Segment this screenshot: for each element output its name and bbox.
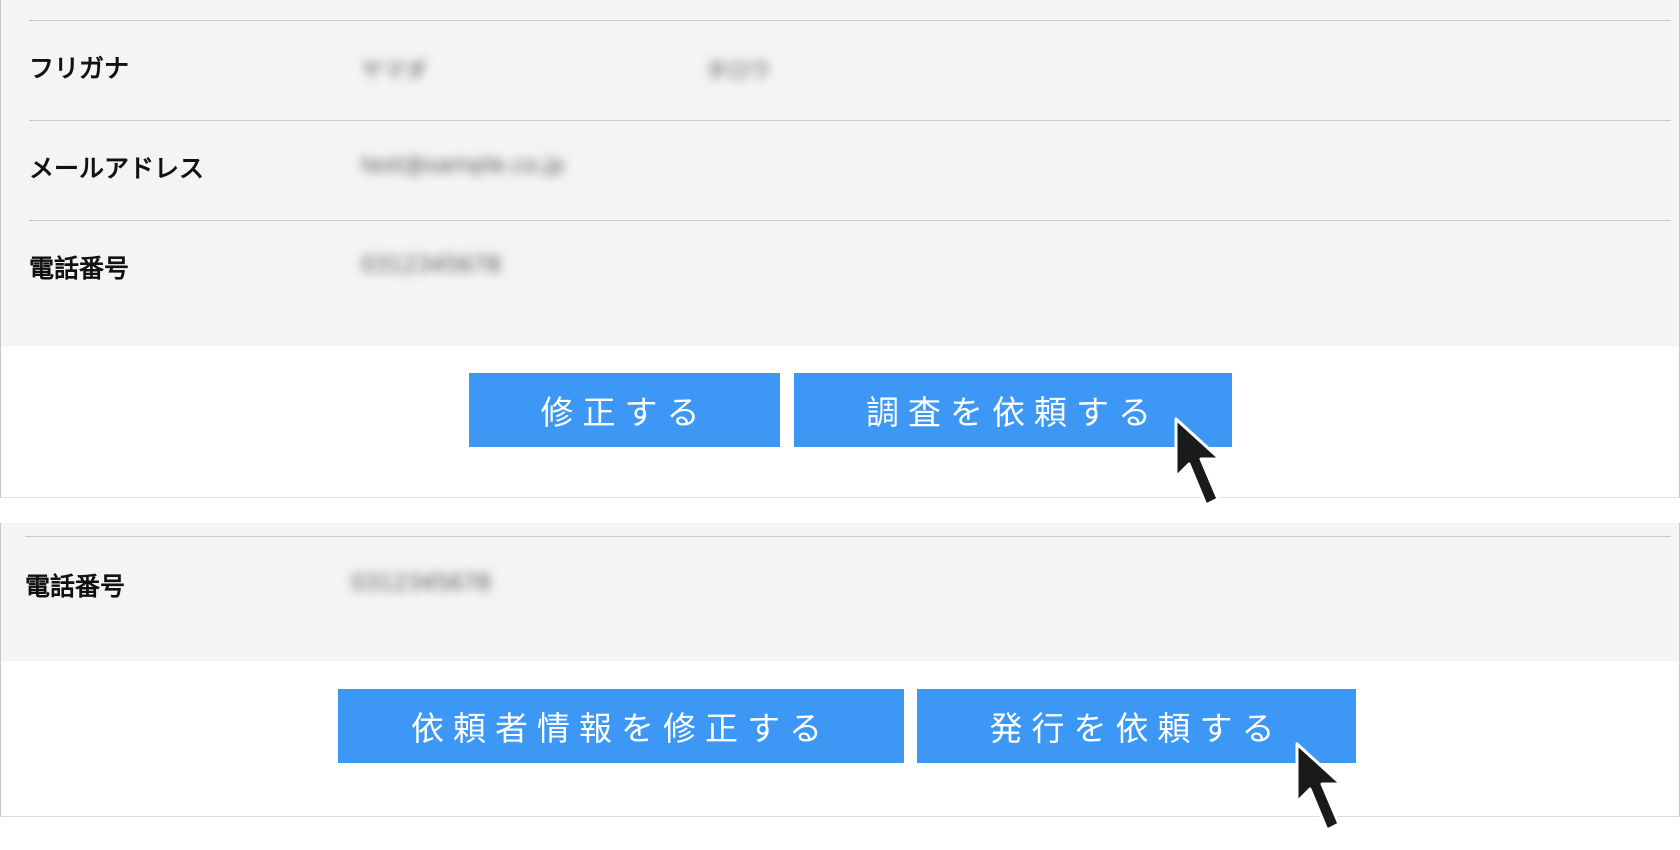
value-furigana-last: ヤマダ <box>361 59 428 84</box>
label-phone: 電話番号 <box>29 254 130 283</box>
value-phone-bottom: 0312345678 <box>351 571 491 596</box>
label-furigana: フリガナ <box>29 54 130 83</box>
row-email: メールアドレス test@sample.co.jp <box>29 120 1671 221</box>
mouse-pointer-icon <box>1174 417 1222 507</box>
label-email: メールアドレス <box>29 154 205 183</box>
value-email: test@sample.co.jp <box>361 153 565 178</box>
edit-requester-info-button[interactable]: 依頼者情報を修正する <box>338 689 904 763</box>
label-phone-bottom: 電話番号 <box>25 572 126 601</box>
requester-info-panel-bottom: 電話番号 0312345678 依頼者情報を修正する 発行を依頼する <box>0 523 1680 817</box>
value-furigana-first: タロウ <box>705 59 772 84</box>
value-phone: 0312345678 <box>361 253 501 278</box>
row-phone: 電話番号 0312345678 <box>29 220 1671 321</box>
screenshot-stage: フリガナ ヤマダ タロウ メールアドレス test@sample.co.jp 電… <box>0 0 1680 850</box>
info-area-bottom: 電話番号 0312345678 <box>1 523 1679 661</box>
row-phone-bottom: 電話番号 0312345678 <box>25 536 1671 657</box>
info-area-top: フリガナ ヤマダ タロウ メールアドレス test@sample.co.jp 電… <box>1 0 1679 346</box>
mouse-pointer-icon <box>1295 742 1343 832</box>
edit-button[interactable]: 修正する <box>469 373 780 447</box>
request-survey-button[interactable]: 調査を依頼する <box>794 373 1232 447</box>
request-issue-button[interactable]: 発行を依頼する <box>917 689 1356 763</box>
requester-info-panel-top: フリガナ ヤマダ タロウ メールアドレス test@sample.co.jp 電… <box>0 0 1680 498</box>
row-furigana: フリガナ ヤマダ タロウ <box>29 20 1671 121</box>
